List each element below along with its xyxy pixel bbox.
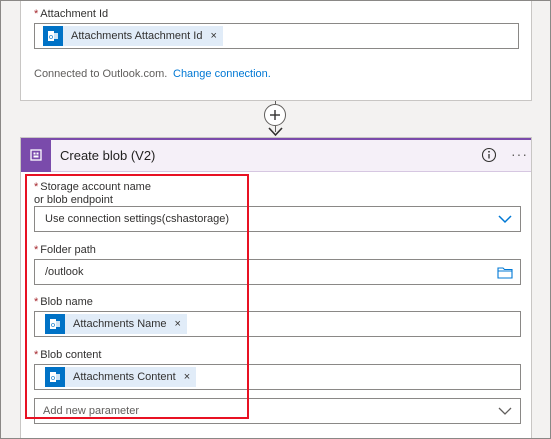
svg-text:o: o: [49, 33, 53, 41]
blob-content-label: * Blob content: [34, 349, 102, 361]
blob-name-token[interactable]: o Attachments Name ×: [45, 314, 187, 334]
more-options-button[interactable]: ···: [511, 146, 528, 162]
create-blob-step-card: Create blob (V2) ··· * Storage account na…: [20, 137, 532, 438]
step-header[interactable]: Create blob (V2) ···: [21, 138, 531, 172]
attachment-id-field[interactable]: o Attachments Attachment Id ×: [34, 23, 519, 49]
attachment-id-token[interactable]: o Attachments Attachment Id ×: [43, 26, 223, 46]
folder-path-label: * Folder path: [34, 244, 96, 256]
storage-account-label: * Storage account name or blob endpoint: [34, 181, 151, 206]
add-parameter-placeholder: Add new parameter: [43, 405, 139, 417]
blob-content-token-label: Attachments Content: [73, 371, 176, 383]
blob-content-field[interactable]: o Attachments Content ×: [34, 364, 521, 390]
remove-token-button[interactable]: ×: [175, 318, 181, 330]
outlook-icon: o: [45, 367, 65, 387]
remove-token-button[interactable]: ×: [184, 371, 190, 383]
change-connection-link[interactable]: Change connection.: [173, 68, 271, 80]
blob-storage-icon: [21, 138, 51, 172]
step-title: Create blob (V2): [60, 148, 156, 163]
plus-icon: [270, 110, 280, 120]
storage-account-value: Use connection settings(cshastorage): [45, 213, 230, 225]
folder-path-input[interactable]: /outlook: [34, 259, 521, 285]
svg-text:o: o: [51, 321, 55, 329]
attachment-id-label: * Attachment Id: [34, 8, 109, 20]
attachment-id-token-label: Attachments Attachment Id: [71, 30, 203, 42]
svg-text:o: o: [51, 374, 55, 382]
remove-token-button[interactable]: ×: [210, 30, 216, 42]
insert-step-button[interactable]: [264, 104, 286, 126]
storage-account-dropdown[interactable]: Use connection settings(cshastorage): [34, 206, 521, 232]
add-parameter-dropdown[interactable]: Add new parameter: [34, 398, 521, 424]
blob-name-token-label: Attachments Name: [73, 318, 167, 330]
arrow-down-icon: [268, 127, 283, 137]
outlook-step-card: * Attachment Id o Attachments Attachment …: [20, 1, 532, 101]
folder-path-value: /outlook: [45, 266, 84, 278]
designer-canvas: * Attachment Id o Attachments Attachment …: [0, 0, 551, 439]
blob-name-label: * Blob name: [34, 296, 93, 308]
outlook-icon: o: [45, 314, 65, 334]
chevron-down-icon[interactable]: [498, 215, 512, 224]
info-icon[interactable]: [481, 147, 497, 163]
folder-icon[interactable]: [497, 266, 513, 279]
connection-status-text: Connected to Outlook.com.: [34, 68, 168, 80]
chevron-down-icon[interactable]: [498, 407, 512, 416]
outlook-icon: o: [43, 26, 63, 46]
blob-name-field[interactable]: o Attachments Name ×: [34, 311, 521, 337]
blob-content-token[interactable]: o Attachments Content ×: [45, 367, 197, 387]
